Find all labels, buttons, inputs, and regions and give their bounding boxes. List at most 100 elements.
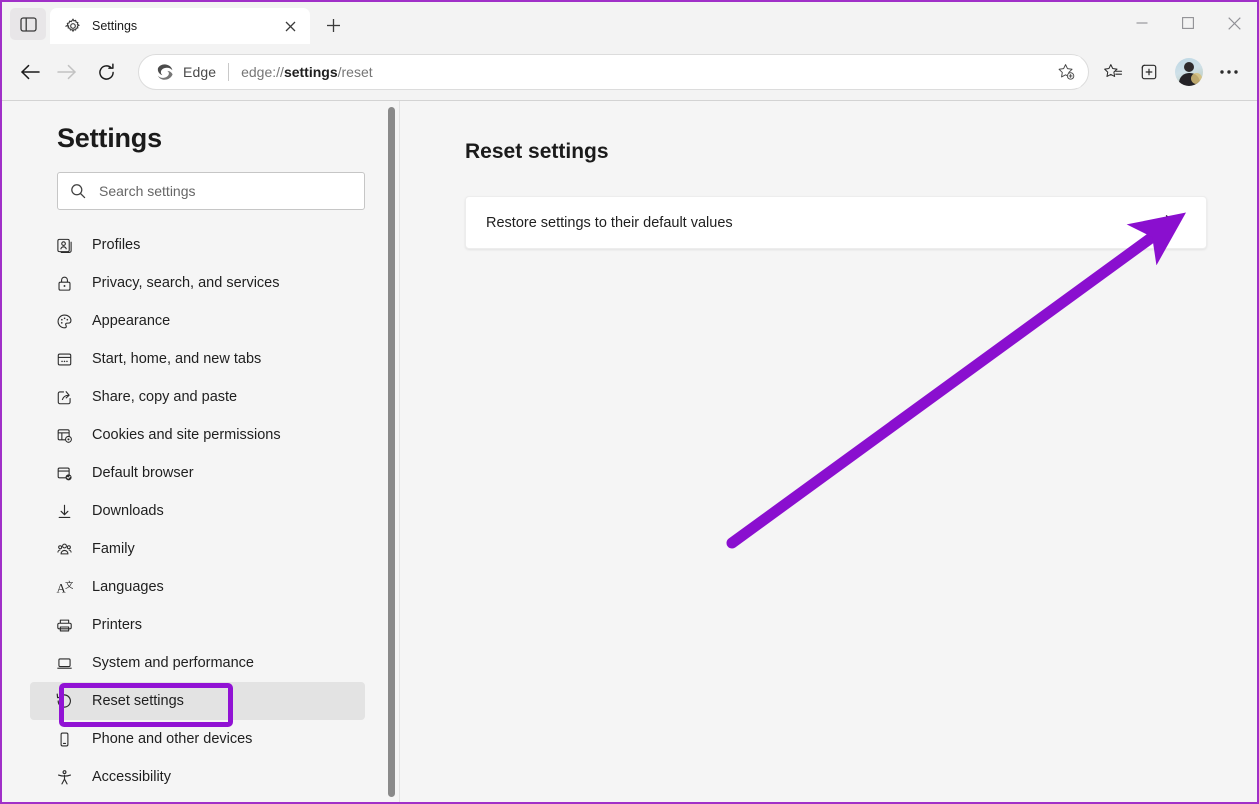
settings-and-more-button[interactable] <box>1211 54 1247 90</box>
edge-brand-badge: Edge <box>155 63 216 82</box>
page-title: Settings <box>2 101 399 154</box>
search-icon <box>70 183 86 199</box>
sidebar-item-printers[interactable]: Printers <box>30 606 365 644</box>
phone-icon <box>54 729 74 749</box>
sidebar-item-phone-and-other-devices[interactable]: Phone and other devices <box>30 720 365 758</box>
plus-icon <box>326 18 341 33</box>
chevron-right-icon[interactable] <box>1158 211 1182 235</box>
search-input-placeholder: Search settings <box>99 183 196 199</box>
add-favorite-button[interactable] <box>1050 56 1082 88</box>
minimize-icon <box>1136 17 1148 29</box>
sidebar-item-family[interactable]: Family <box>30 530 365 568</box>
settings-nav-list: Profiles Privacy, search, and services <box>2 226 399 796</box>
sidebar-item-reset-settings[interactable]: Reset settings <box>30 682 365 720</box>
maximize-icon <box>1182 17 1194 29</box>
tab-bar: Settings <box>2 2 1257 44</box>
sidebar-item-label: Privacy, search, and services <box>92 275 280 291</box>
palette-icon <box>54 311 74 331</box>
url-prefix: edge:// <box>241 64 284 80</box>
sidebar-item-label: Accessibility <box>92 769 171 785</box>
sidebar-item-languages[interactable]: A 文 Languages <box>30 568 365 606</box>
favorites-button[interactable] <box>1095 54 1131 90</box>
favorites-icon <box>1103 62 1123 82</box>
collections-icon <box>1139 62 1159 82</box>
avatar-highlight <box>1191 73 1202 84</box>
tab-settings[interactable]: Settings <box>50 8 310 44</box>
avatar-head <box>1184 62 1194 72</box>
new-tab-button[interactable] <box>316 9 350 41</box>
url-host: settings <box>284 64 338 80</box>
sidebar-item-label: Start, home, and new tabs <box>92 351 261 367</box>
restore-defaults-label: Restore settings to their default values <box>486 215 733 231</box>
sidebar-item-downloads[interactable]: Downloads <box>30 492 365 530</box>
languages-icon: A 文 <box>54 577 74 597</box>
sidebar-item-label: System and performance <box>92 655 254 671</box>
reset-icon <box>54 691 74 711</box>
close-icon <box>1228 17 1241 30</box>
sidebar-item-label: Downloads <box>92 503 164 519</box>
sidebar-item-label: Reset settings <box>92 693 184 709</box>
maximize-button[interactable] <box>1165 2 1211 44</box>
address-bar[interactable]: Edge edge://settings/reset <box>138 54 1089 90</box>
tab-actions-icon <box>20 17 37 32</box>
refresh-button[interactable] <box>88 54 124 90</box>
sidebar-item-start-home-new-tabs[interactable]: Start, home, and new tabs <box>30 340 365 378</box>
sidebar-scrollbar[interactable] <box>383 101 395 802</box>
share-icon <box>54 387 74 407</box>
page-content: Settings Search settings <box>2 100 1257 802</box>
sidebar-item-label: Appearance <box>92 313 170 329</box>
gear-icon <box>64 17 82 35</box>
sidebar-item-share-copy-paste[interactable]: Share, copy and paste <box>30 378 365 416</box>
close-tab-button[interactable] <box>278 14 302 38</box>
window-dots-icon <box>54 349 74 369</box>
sidebar-item-label: Share, copy and paste <box>92 389 237 405</box>
close-window-button[interactable] <box>1211 2 1257 44</box>
svg-text:文: 文 <box>64 579 72 589</box>
monitor-icon <box>54 653 74 673</box>
sidebar-item-cookies-site-permissions[interactable]: Cookies and site permissions <box>30 416 365 454</box>
minimize-button[interactable] <box>1119 2 1165 44</box>
accessibility-icon <box>54 767 74 787</box>
sidebar-item-system-and-performance[interactable]: System and performance <box>30 644 365 682</box>
address-bar-url: edge://settings/reset <box>241 64 373 80</box>
forward-button[interactable] <box>48 54 84 90</box>
printer-icon <box>54 615 74 635</box>
more-dots-icon <box>1219 69 1239 75</box>
sidebar-item-accessibility[interactable]: Accessibility <box>30 758 365 796</box>
section-heading: Reset settings <box>401 101 1257 164</box>
sidebar-item-privacy-search-services[interactable]: Privacy, search, and services <box>30 264 365 302</box>
sidebar-item-profiles[interactable]: Profiles <box>30 226 365 264</box>
sidebar-item-label: Default browser <box>92 465 194 481</box>
search-settings-box[interactable]: Search settings <box>57 172 365 210</box>
profile-avatar[interactable] <box>1175 58 1203 86</box>
sidebar-item-label: Languages <box>92 579 164 595</box>
sidebar-item-default-browser[interactable]: Default browser <box>30 454 365 492</box>
url-path: /reset <box>338 64 373 80</box>
add-favorite-icon <box>1057 63 1075 81</box>
sidebar-item-label: Family <box>92 541 135 557</box>
restore-defaults-row[interactable]: Restore settings to their default values <box>465 196 1207 249</box>
edge-brand-label: Edge <box>183 64 216 80</box>
profile-card-icon <box>54 235 74 255</box>
omnibox-divider <box>228 63 229 81</box>
sidebar-item-label: Printers <box>92 617 142 633</box>
collections-button[interactable] <box>1131 54 1167 90</box>
sidebar-item-label: Profiles <box>92 237 140 253</box>
close-icon <box>285 21 296 32</box>
sidebar-item-label: Cookies and site permissions <box>92 427 281 443</box>
settings-sidebar: Settings Search settings <box>2 101 400 802</box>
edge-logo-icon <box>155 63 174 82</box>
sidebar-scrollbar-thumb[interactable] <box>388 107 395 797</box>
browser-window: Settings <box>0 0 1259 804</box>
search-container: Search settings <box>2 154 399 210</box>
tab-actions-menu-button[interactable] <box>10 8 46 40</box>
download-icon <box>54 501 74 521</box>
navigation-toolbar: Edge edge://settings/reset <box>2 44 1257 100</box>
sidebar-item-appearance[interactable]: Appearance <box>30 302 365 340</box>
main-pane: Reset settings Restore settings to their… <box>401 101 1257 802</box>
browser-gear-icon <box>54 425 74 445</box>
browser-check-icon <box>54 463 74 483</box>
window-controls <box>1119 2 1257 44</box>
lock-icon <box>54 273 74 293</box>
back-button[interactable] <box>12 54 48 90</box>
